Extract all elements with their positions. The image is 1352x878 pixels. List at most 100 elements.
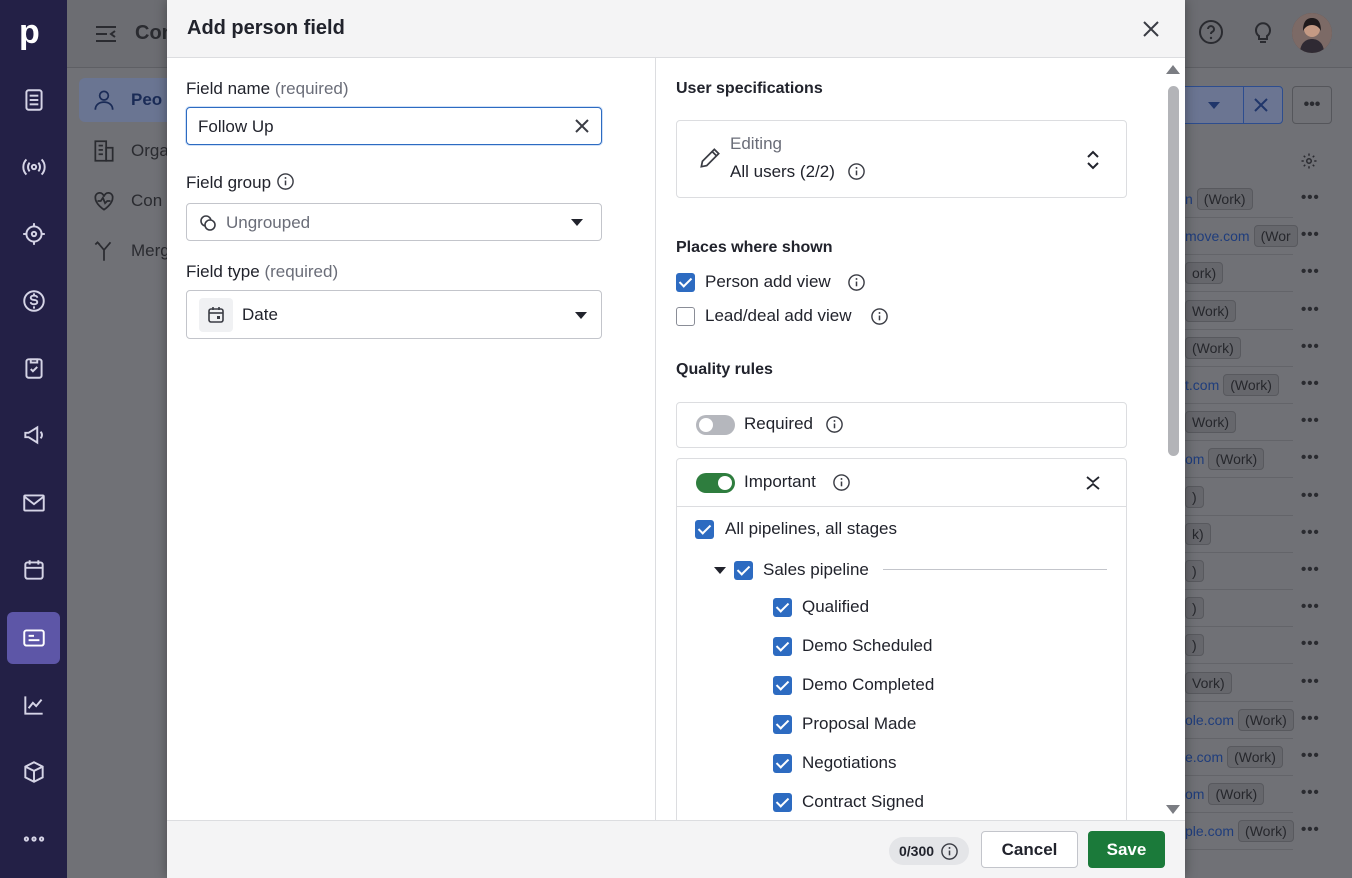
important-toggle[interactable]: [696, 473, 735, 493]
field-group-select[interactable]: Ungrouped: [186, 203, 602, 241]
table-row[interactable]: n (Work): [1185, 181, 1293, 218]
row-menu-button[interactable]: •••: [1301, 301, 1320, 318]
expand-pipeline-caret-icon[interactable]: [714, 567, 726, 574]
save-button[interactable]: Save: [1088, 831, 1165, 868]
sales-pipeline-checkbox[interactable]: [734, 561, 753, 580]
row-menu-button[interactable]: •••: [1301, 598, 1320, 615]
table-row[interactable]: Vork): [1185, 665, 1293, 702]
table-row[interactable]: Work): [1185, 293, 1293, 330]
email-link[interactable]: om: [1185, 786, 1204, 802]
target-icon[interactable]: [14, 214, 54, 254]
info-icon[interactable]: [832, 473, 851, 492]
tasks-clipboard-icon[interactable]: [14, 348, 54, 388]
row-menu-button[interactable]: •••: [1301, 226, 1320, 243]
row-menu-button[interactable]: •••: [1301, 710, 1320, 727]
scroll-up-arrow-icon[interactable]: [1166, 65, 1180, 74]
all-pipelines-checkbox[interactable]: [695, 520, 714, 539]
lead-deal-add-view-checkbox[interactable]: [676, 307, 695, 326]
important-label: Important: [744, 472, 816, 491]
info-icon[interactable]: [825, 415, 844, 434]
table-row[interactable]: ): [1185, 479, 1293, 516]
user-avatar[interactable]: [1292, 13, 1332, 53]
table-row[interactable]: ple.com (Work): [1185, 813, 1294, 851]
row-menu-button[interactable]: •••: [1301, 375, 1320, 392]
row-menu-button[interactable]: •••: [1301, 263, 1320, 280]
row-menu-button[interactable]: •••: [1301, 784, 1320, 801]
table-row[interactable]: e.com (Work): [1185, 739, 1293, 776]
row-menu-button[interactable]: •••: [1301, 561, 1320, 578]
lightbulb-icon[interactable]: [1249, 18, 1277, 46]
broadcast-icon[interactable]: [14, 147, 54, 187]
row-menu-button[interactable]: •••: [1301, 524, 1320, 541]
email-link[interactable]: ole.com: [1185, 712, 1234, 728]
row-menu-button[interactable]: •••: [1301, 338, 1320, 355]
table-row[interactable]: om (Work): [1185, 441, 1293, 479]
table-row[interactable]: Work): [1185, 404, 1293, 442]
table-row[interactable]: (Work): [1185, 330, 1293, 367]
calendar-icon[interactable]: [14, 550, 54, 590]
campaigns-megaphone-icon[interactable]: [14, 415, 54, 455]
row-menu-button[interactable]: •••: [1301, 449, 1320, 466]
field-name-label-text: Field name: [186, 79, 271, 98]
table-row[interactable]: om (Work): [1185, 776, 1293, 814]
email-link[interactable]: om: [1185, 451, 1204, 467]
person-add-view-checkbox[interactable]: [676, 273, 695, 292]
table-row[interactable]: ): [1185, 590, 1293, 628]
editing-permissions-card[interactable]: Editing All users (2/2): [676, 120, 1127, 198]
row-menu-button[interactable]: •••: [1301, 487, 1320, 504]
mail-icon[interactable]: [14, 483, 54, 523]
email-link[interactable]: n: [1185, 191, 1193, 207]
clear-input-button[interactable]: [572, 116, 592, 136]
cancel-button[interactable]: Cancel: [981, 831, 1078, 868]
table-row[interactable]: ole.com (Work): [1185, 702, 1294, 739]
sidebar-item-label: Con: [131, 191, 163, 210]
dialog-scrollbar-thumb[interactable]: [1168, 86, 1179, 456]
table-row[interactable]: ): [1185, 627, 1293, 665]
info-icon[interactable]: [847, 162, 866, 181]
stage-checkbox[interactable]: [773, 754, 792, 773]
info-icon[interactable]: [940, 842, 959, 861]
deals-dollar-icon[interactable]: [14, 281, 54, 321]
stage-checkbox[interactable]: [773, 637, 792, 656]
close-dialog-button[interactable]: [1139, 17, 1163, 41]
info-icon[interactable]: [847, 273, 866, 292]
row-menu-button[interactable]: •••: [1301, 635, 1320, 652]
collapse-icon[interactable]: [1084, 474, 1102, 492]
table-row[interactable]: move.com (Wor: [1185, 218, 1298, 256]
info-icon[interactable]: [870, 307, 889, 326]
email-link[interactable]: ple.com: [1185, 823, 1234, 839]
close-icon[interactable]: [1253, 97, 1269, 113]
row-menu-button[interactable]: •••: [1301, 747, 1320, 764]
table-row[interactable]: t.com (Work): [1185, 367, 1293, 404]
scroll-down-arrow-icon[interactable]: [1166, 805, 1180, 814]
insights-chart-icon[interactable]: [14, 685, 54, 725]
table-row[interactable]: ork): [1185, 255, 1293, 293]
contacts-card-icon[interactable]: [7, 612, 60, 664]
stage-checkbox[interactable]: [773, 598, 792, 617]
collapse-menu-icon[interactable]: [93, 22, 119, 46]
email-link[interactable]: t.com: [1185, 377, 1219, 393]
email-link[interactable]: e.com: [1185, 749, 1223, 765]
stage-checkbox[interactable]: [773, 793, 792, 812]
row-menu-button[interactable]: •••: [1301, 673, 1320, 690]
table-row[interactable]: ): [1185, 553, 1293, 590]
required-toggle[interactable]: [696, 415, 735, 435]
field-name-input[interactable]: Follow Up: [186, 107, 602, 145]
more-actions-button[interactable]: •••: [1292, 86, 1332, 124]
app-logo[interactable]: p: [19, 14, 49, 50]
table-row[interactable]: k): [1185, 516, 1293, 553]
email-link[interactable]: move.com: [1185, 228, 1250, 244]
row-menu-button[interactable]: •••: [1301, 189, 1320, 206]
help-icon[interactable]: [1197, 18, 1225, 46]
field-type-select[interactable]: Date: [186, 290, 602, 339]
info-icon[interactable]: [276, 172, 295, 191]
expand-collapse-icon[interactable]: [1083, 149, 1103, 171]
gear-icon[interactable]: [1300, 152, 1318, 170]
leads-icon[interactable]: [14, 80, 54, 120]
row-menu-button[interactable]: •••: [1301, 821, 1320, 838]
more-dots-icon[interactable]: [14, 819, 54, 859]
products-box-icon[interactable]: [14, 752, 54, 792]
stage-checkbox[interactable]: [773, 676, 792, 695]
row-menu-button[interactable]: •••: [1301, 412, 1320, 429]
stage-checkbox[interactable]: [773, 715, 792, 734]
